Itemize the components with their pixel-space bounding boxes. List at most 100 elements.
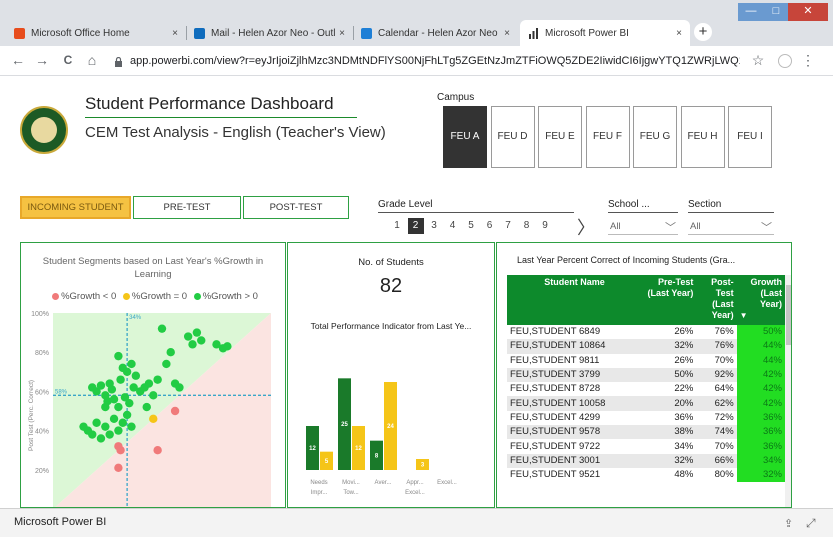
- scatter-point[interactable]: [153, 446, 162, 455]
- scatter-point[interactable]: [114, 402, 123, 412]
- scatter-point[interactable]: [162, 359, 171, 369]
- scatter-point[interactable]: [105, 430, 114, 439]
- tab-power-bi[interactable]: Microsoft Power BI ×: [520, 20, 690, 46]
- window-close-button[interactable]: ✕: [788, 3, 828, 21]
- table-row[interactable]: FEU,STUDENT 10058 20% 62% 42%: [507, 396, 785, 411]
- col-growth[interactable]: Growth (Last Year) ▼: [736, 275, 785, 325]
- maximize-button[interactable]: □: [764, 3, 788, 21]
- scatter-point[interactable]: [149, 391, 158, 400]
- campus-button[interactable]: FEU H: [680, 106, 725, 168]
- scatter-point[interactable]: [118, 418, 127, 427]
- scatter-point[interactable]: [197, 336, 206, 345]
- scatter-point[interactable]: [170, 406, 180, 416]
- test-button[interactable]: INCOMING STUDENT: [20, 196, 131, 219]
- table-row[interactable]: FEU,STUDENT 9578 38% 74% 36%: [507, 425, 785, 440]
- scatter-point[interactable]: [109, 414, 119, 424]
- scatter-point[interactable]: [127, 422, 136, 431]
- scatter-point[interactable]: [114, 426, 123, 435]
- scatter-point[interactable]: [96, 381, 106, 390]
- close-icon[interactable]: ×: [672, 28, 686, 39]
- campus-button[interactable]: FEU E: [538, 106, 582, 168]
- forward-button[interactable]: →: [34, 52, 50, 68]
- scatter-point[interactable]: [149, 414, 158, 424]
- reload-button[interactable]: C: [60, 53, 76, 67]
- scatter-point[interactable]: [107, 385, 117, 394]
- grade-button[interactable]: 4: [445, 218, 461, 234]
- scatter-point[interactable]: [88, 430, 97, 439]
- tab-office-home[interactable]: Microsoft Office Home ×: [6, 20, 186, 46]
- campus-button[interactable]: FEU A: [443, 106, 487, 168]
- scatter-point[interactable]: [116, 446, 125, 455]
- share-icon[interactable]: ⇪: [784, 517, 793, 530]
- scatter-point[interactable]: [101, 422, 110, 431]
- scatter-point[interactable]: [92, 418, 101, 427]
- profile-avatar[interactable]: [778, 54, 792, 68]
- scatter-point[interactable]: [116, 375, 125, 384]
- table-row[interactable]: FEU,STUDENT 3799 50% 92% 42%: [507, 367, 785, 383]
- scatter-point[interactable]: [114, 351, 123, 361]
- home-button[interactable]: ⌂: [84, 52, 100, 68]
- test-button[interactable]: PRE-TEST: [133, 196, 241, 219]
- scatter-point[interactable]: [101, 402, 110, 412]
- table-row[interactable]: FEU,STUDENT 9521 48% 80% 32%: [507, 467, 785, 483]
- chevron-right-icon[interactable]: 〉: [577, 214, 595, 240]
- bookmark-star-icon[interactable]: ☆: [750, 52, 766, 69]
- back-button[interactable]: ←: [10, 52, 26, 68]
- new-tab-button[interactable]: +: [694, 23, 712, 41]
- close-icon[interactable]: ×: [500, 28, 514, 39]
- grade-button[interactable]: 2: [407, 218, 424, 234]
- address-bar: ← → C ⌂ app.powerbi.com/view?r=eyJrIjoiZ…: [0, 46, 833, 76]
- browser-menu-icon[interactable]: ⋮: [800, 52, 816, 69]
- campus-button[interactable]: FEU F: [585, 106, 630, 168]
- grade-button[interactable]: 5: [463, 218, 479, 234]
- url-input[interactable]: app.powerbi.com/view?r=eyJrIjoiZjlhMzc3N…: [130, 50, 740, 72]
- table-row[interactable]: FEU,STUDENT 9811 26% 70% 44%: [507, 353, 785, 368]
- col-student-name[interactable]: Student Name: [507, 275, 642, 325]
- scatter-point[interactable]: [192, 328, 202, 337]
- scatter-point[interactable]: [223, 342, 232, 351]
- grade-button[interactable]: 7: [500, 218, 516, 234]
- table-row[interactable]: FEU,STUDENT 6849 26% 76% 50%: [507, 325, 785, 340]
- scatter-point[interactable]: [114, 463, 123, 473]
- scatter-point[interactable]: [96, 434, 106, 443]
- close-icon[interactable]: ×: [168, 28, 182, 39]
- table-row[interactable]: FEU,STUDENT 9722 34% 70% 36%: [507, 439, 785, 454]
- table-row[interactable]: FEU,STUDENT 3001 32% 66% 34%: [507, 453, 785, 468]
- scatter-point[interactable]: [122, 410, 132, 420]
- grade-button[interactable]: 3: [426, 218, 442, 234]
- tab-calendar[interactable]: Calendar - Helen Azor Neo - Out ×: [353, 20, 518, 46]
- scatter-point[interactable]: [153, 375, 162, 384]
- school-dropdown[interactable]: All ﹀: [608, 219, 678, 235]
- table-scroll-thumb[interactable]: [786, 285, 791, 345]
- table-row[interactable]: FEU,STUDENT 10864 32% 76% 44%: [507, 339, 785, 354]
- scatter-point[interactable]: [157, 324, 167, 333]
- scatter-point[interactable]: [125, 398, 134, 408]
- grade-button[interactable]: 1: [389, 218, 405, 234]
- scatter-point[interactable]: [183, 332, 193, 341]
- scatter-point[interactable]: [127, 359, 136, 369]
- close-icon[interactable]: ×: [335, 28, 349, 39]
- scatter-point[interactable]: [166, 348, 175, 357]
- grade-button[interactable]: 6: [482, 218, 498, 234]
- scatter-point[interactable]: [144, 379, 154, 388]
- campus-button[interactable]: FEU I: [728, 106, 772, 168]
- col-post-test[interactable]: Post-Test (Last Year): [696, 275, 737, 325]
- scatter-point[interactable]: [142, 402, 151, 412]
- grade-button[interactable]: 9: [537, 218, 553, 234]
- scatter-point[interactable]: [188, 340, 197, 349]
- campus-button[interactable]: FEU G: [633, 106, 677, 168]
- campus-button[interactable]: FEU D: [490, 106, 535, 168]
- scatter-point[interactable]: [122, 367, 132, 376]
- grade-button[interactable]: 8: [519, 218, 535, 234]
- col-pre-test[interactable]: Pre-Test (Last Year): [641, 275, 697, 325]
- scatter-point[interactable]: [175, 383, 184, 392]
- scatter-point[interactable]: [109, 395, 119, 404]
- fullscreen-icon[interactable]: ⤢: [806, 516, 816, 531]
- tab-outlook-mail[interactable]: Mail - Helen Azor Neo - Outlook ×: [186, 20, 353, 46]
- scatter-point[interactable]: [131, 371, 141, 380]
- test-button[interactable]: POST-TEST: [243, 196, 349, 219]
- minimize-button[interactable]: —: [738, 3, 764, 21]
- table-row[interactable]: FEU,STUDENT 8728 22% 64% 42%: [507, 382, 785, 397]
- section-dropdown[interactable]: All ﹀: [688, 219, 774, 235]
- table-row[interactable]: FEU,STUDENT 4299 36% 72% 36%: [507, 410, 785, 426]
